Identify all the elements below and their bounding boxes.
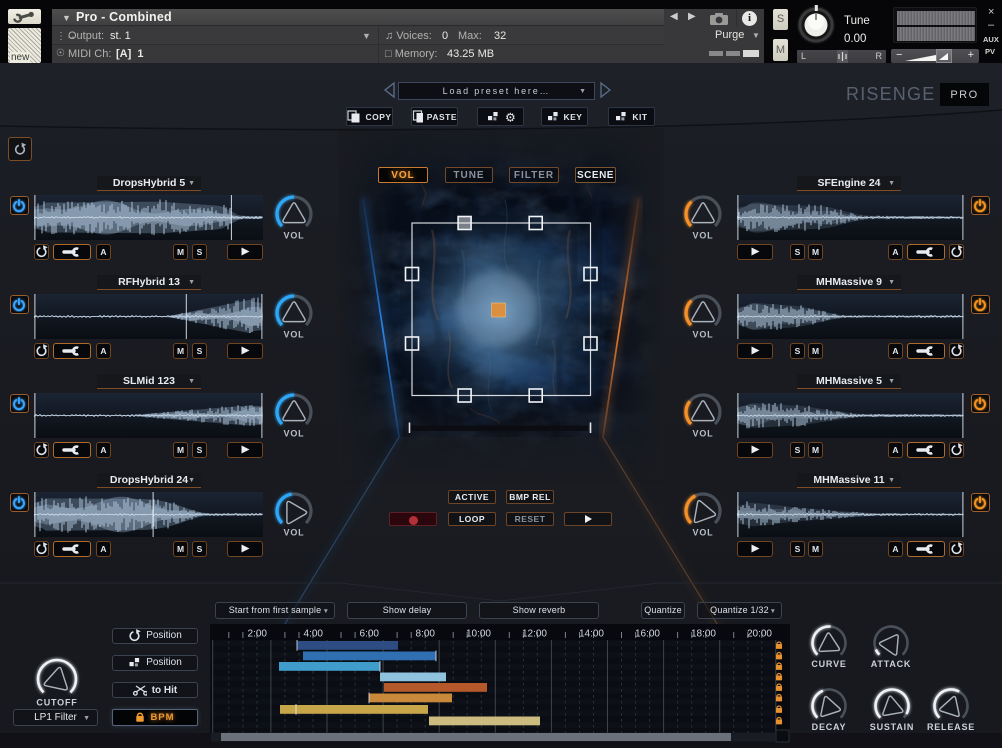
svg-text:14:00: 14:00	[579, 629, 604, 640]
svg-text:6:00: 6:00	[360, 629, 380, 640]
svg-text:4:00: 4:00	[304, 629, 324, 640]
svg-text:VOL: VOL	[284, 330, 305, 340]
svg-text:20:00: 20:00	[747, 629, 772, 640]
svg-text:VOL: VOL	[693, 429, 714, 439]
svg-text:VOL: VOL	[693, 330, 714, 340]
svg-text:CURVE: CURVE	[811, 659, 846, 669]
svg-text:SUSTAIN: SUSTAIN	[869, 722, 913, 732]
svg-text:18:00: 18:00	[691, 629, 716, 640]
svg-text:VOL: VOL	[284, 429, 305, 439]
svg-text:DECAY: DECAY	[812, 722, 847, 732]
svg-text:RELEASE: RELEASE	[927, 722, 975, 732]
svg-text:2:00: 2:00	[248, 629, 268, 640]
svg-text:16:00: 16:00	[635, 629, 660, 640]
svg-text:VOL: VOL	[693, 528, 714, 538]
svg-text:VOL: VOL	[284, 231, 305, 241]
svg-text:VOL: VOL	[284, 528, 305, 538]
svg-text:12:00: 12:00	[522, 629, 547, 640]
svg-text:CUTOFF: CUTOFF	[36, 698, 77, 708]
svg-text:⚙: ⚙	[505, 110, 516, 124]
svg-text:10:00: 10:00	[466, 629, 491, 640]
svg-text:VOL: VOL	[693, 231, 714, 241]
svg-text:8:00: 8:00	[416, 629, 436, 640]
svg-text:ATTACK: ATTACK	[870, 659, 910, 669]
